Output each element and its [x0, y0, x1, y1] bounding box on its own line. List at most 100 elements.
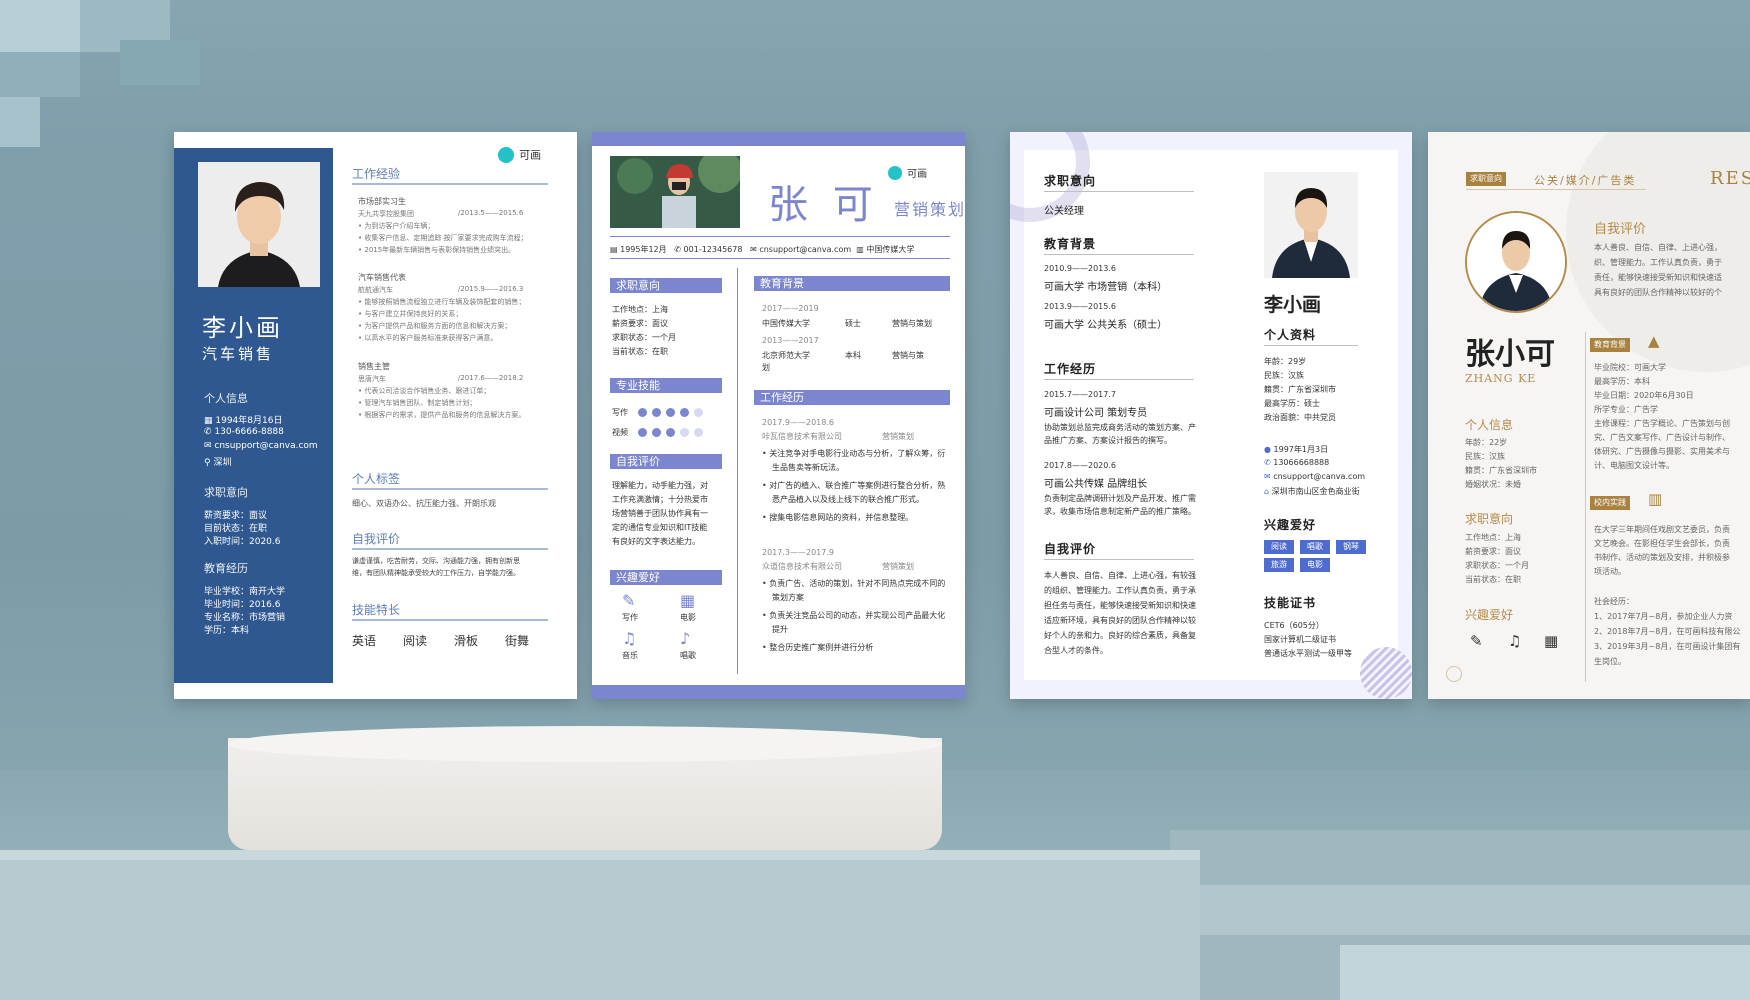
- edu-degree: 硕士: [845, 319, 861, 328]
- work-desc: 负责制定品牌调研计划及产品开发、推广需: [1044, 494, 1196, 503]
- social-item: 3、2019年3月~8月，在可画设计集团有: [1594, 642, 1741, 651]
- job-bullet: • 2015年最新车辆销售与表彰保持销售业绩突出。: [358, 246, 516, 254]
- wall-shade: [0, 0, 1750, 140]
- self-heading: 自我评价: [352, 532, 401, 546]
- email-row: ✉ cnsupport@canva.com: [204, 441, 318, 451]
- edu-item: 所学专业：广告学: [1594, 405, 1658, 414]
- hobby-label: 唱歌: [680, 651, 696, 660]
- work-desc: 求，收集市场信息制定新产品的推广策略。: [1044, 507, 1196, 516]
- edu-major: 营销与策: [892, 351, 924, 360]
- pen-icon: ✎: [622, 591, 636, 610]
- edu-heading: 教育经历: [204, 562, 248, 575]
- profile-heading: 个人资料: [1264, 328, 1317, 342]
- info-item: 民族：汉族: [1465, 452, 1505, 461]
- hobby-label: 音乐: [622, 651, 638, 660]
- job-bullet: • 收集客户信息、定期追踪 按厂家要求完成购车流程；: [358, 234, 528, 242]
- self-text: 本人善良、自信、自律、上进心强，有较强: [1044, 571, 1196, 580]
- stair-block: [120, 40, 200, 85]
- work-period: 2015.7——2017.7: [1044, 390, 1116, 399]
- edu-item: 体研究、广告摄像与摄影、实用美术与: [1594, 447, 1730, 456]
- self-text: 担任务与责任，能够快速接受新知识和快速: [1044, 601, 1196, 610]
- profile-photo: [1264, 172, 1358, 278]
- building-icon: ▥: [1648, 490, 1663, 508]
- self-text: 理解能力，动手能力强，对: [612, 481, 708, 490]
- self-text: 织、管理能力。工作认真负责，勇于: [1594, 258, 1722, 267]
- card-frame-bottom: [592, 685, 965, 699]
- section-rule: [1044, 254, 1194, 255]
- info-heading: 个人信息: [1465, 418, 1514, 432]
- section-rule: [352, 548, 548, 550]
- practice-item: 在大学三年期间任戏剧文艺委员，负责: [1594, 525, 1730, 534]
- edu-item: 最高学历：本科: [1594, 377, 1650, 386]
- work-bullet: 生品售卖等新玩法。: [772, 463, 844, 472]
- resume-card-2[interactable]: 张 可 营销策划 可画 ▤ 1995年12月 ✆ 001-12345678 ✉ …: [592, 132, 965, 699]
- work-period: 2017.8——2020.6: [1044, 461, 1116, 470]
- film-icon: ▦: [1544, 632, 1559, 650]
- home-icon: ⌂: [1264, 487, 1272, 496]
- phone-row: ✆ 13066668888: [1264, 458, 1330, 467]
- job-period: /2015.9——2016.3: [458, 285, 524, 293]
- skill-dot: [666, 408, 675, 417]
- job-intent-heading: 求职意向: [204, 486, 248, 499]
- email-row: ✉ cnsupport@canva.com: [1264, 472, 1366, 481]
- resume-card-1[interactable]: 李小画 汽车销售 个人信息 ▦ 1994年8月16日 ✆ 130-6666-88…: [174, 132, 577, 699]
- skill-dot: [694, 408, 703, 417]
- degree-text: 学历：本科: [204, 626, 250, 636]
- skill-dot: [652, 408, 661, 417]
- intent-heading: 求职意向: [1465, 512, 1514, 526]
- intent-item: 求职状态：一个月: [612, 333, 676, 342]
- section-rule: [1044, 191, 1194, 192]
- job-bullet: • 代表公司洽谈合作销售业务、跟进订单；: [358, 387, 491, 395]
- edu-item: 主修课程：广告学概论、广告策划与创: [1594, 419, 1730, 428]
- work-bullet: • 整合历史推广案例并进行分析: [762, 643, 874, 652]
- hobby-tag: 钢琴: [1336, 540, 1366, 554]
- skill-dot: [694, 428, 703, 437]
- hobby-tag: 旅游: [1264, 558, 1294, 572]
- work-bullet: • 搜集电影信息网站的资料，并信息整理。: [762, 513, 914, 522]
- job-role: 市场部实习生: [358, 197, 406, 206]
- resume-title: 汽车销售: [202, 345, 275, 363]
- hobby-heading: 兴趣爱好: [1264, 518, 1317, 532]
- user-icon: ●: [1264, 445, 1274, 454]
- status-text: 目前状态：在职: [204, 524, 268, 534]
- info-item: 年龄：22岁: [1465, 438, 1508, 447]
- job-role: 汽车销售代表: [358, 273, 406, 282]
- section-rule: [1264, 345, 1358, 346]
- work-heading: 工作经历: [1044, 362, 1097, 376]
- resume-card-3[interactable]: 求职意向 公关经理 教育背景 2010.9——2013.6 可画大学 市场营销（…: [1010, 132, 1412, 699]
- cert-item: 普通话水平测试一级甲等: [1264, 649, 1352, 658]
- skill-item: 阅读: [403, 634, 428, 648]
- phone-row: ✆ 130-6666-8888: [204, 427, 284, 437]
- practice-item: 书制作、活动的策划及安排，并积极参: [1594, 553, 1730, 562]
- building-icon: ▥: [856, 245, 867, 254]
- city-row: ⚲ 深圳: [204, 458, 232, 468]
- phone-icon: ✆: [674, 245, 684, 254]
- job-period: /2017.6——2018.2: [458, 374, 524, 382]
- section-rule: [352, 619, 548, 621]
- floor-block-left: [0, 860, 1200, 1000]
- self-text: 合型人才的条件。: [1044, 646, 1108, 655]
- work-desc: 品推广方案、方案设计报告的撰写。: [1044, 436, 1172, 445]
- phone-icon: ✆: [204, 427, 215, 437]
- contact-row: ▤ 1995年12月 ✆ 001-12345678 ✉ cnsupport@ca…: [610, 245, 915, 254]
- social-item: 2、2018年7月~8月，在可画科技有限公: [1594, 627, 1741, 636]
- cert-item: CET6（605分）: [1264, 621, 1324, 630]
- pen-icon: ✎: [1470, 632, 1483, 650]
- graduation-cap-icon: ▲: [1648, 332, 1660, 350]
- skill-name: 写作: [612, 408, 628, 417]
- self-text: 具有良好的团队合作精神以较好的个: [1594, 288, 1722, 297]
- skill-dot: [680, 428, 689, 437]
- skill-heading: 专业技能: [610, 378, 722, 393]
- profile-item: 年龄：29岁: [1264, 357, 1307, 366]
- skill-item: 英语: [352, 634, 377, 648]
- edu-major: 营销与策划: [892, 319, 932, 328]
- self-heading: 自我评价: [610, 454, 722, 469]
- info-item: 婚姻状况：未婚: [1465, 480, 1521, 489]
- edu-degree: 本科: [845, 351, 861, 360]
- major-text: 专业名称：市场营销: [204, 613, 286, 623]
- edu-item: 计、电脑图文设计等。: [1594, 461, 1674, 470]
- skill-dot: [666, 428, 675, 437]
- resume-card-4[interactable]: 求职意向 公关/媒介/广告类 RES 张小可 ZHANG KE 个人信息 年龄：…: [1428, 132, 1750, 699]
- work-desc: 协助策划总监完成商务活动的策划方案、产: [1044, 423, 1196, 432]
- self-text: 维，有团队精神能承受较大的工作压力，自学能力强。: [352, 569, 520, 577]
